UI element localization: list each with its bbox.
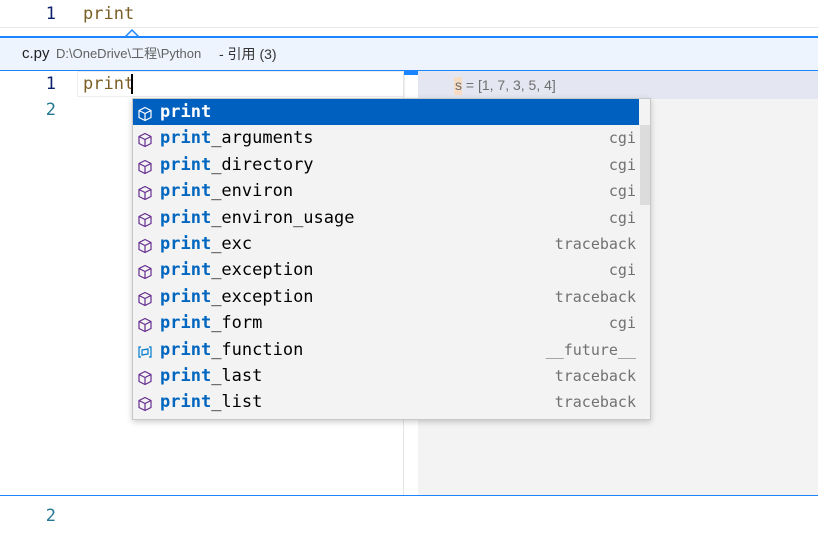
suggestion-match: print xyxy=(160,234,212,254)
suggestion-item[interactable]: print_environ cgi xyxy=(133,178,639,204)
peek-header: c.py D:\OneDrive\工程\Python - 引用 (3) xyxy=(0,38,818,71)
text-cursor xyxy=(131,74,133,94)
suggestion-label: print_form xyxy=(160,310,262,336)
module-icon xyxy=(137,104,153,122)
suggestion-item[interactable]: print xyxy=(133,99,639,126)
suggestion-label: print_function xyxy=(160,337,303,363)
suggestion-match: print xyxy=(160,260,212,281)
suggestion-item[interactable]: print_exception cgi xyxy=(133,257,639,283)
suggestion-detail: __future__ xyxy=(545,340,636,359)
suggestion-detail: traceback xyxy=(554,235,636,253)
suggestion-suffix: _form xyxy=(211,313,263,334)
suggestion-match: print xyxy=(160,154,212,175)
suggestion-suffix: _exception xyxy=(211,286,314,307)
suggestion-detail: traceback xyxy=(554,393,636,412)
suggestion-suffix: _arguments xyxy=(211,128,314,149)
suggestion-item[interactable]: print_list traceback xyxy=(133,389,639,415)
module-icon xyxy=(137,130,153,148)
suggestion-label: print_exception xyxy=(160,284,314,310)
suggestion-suffix: _list xyxy=(211,392,263,413)
code-text[interactable]: print xyxy=(83,1,134,27)
suggestion-detail: traceback xyxy=(554,367,636,385)
suggestion-match: print xyxy=(160,339,212,360)
peek-file-path: D:\OneDrive\工程\Python xyxy=(56,46,202,61)
suggestion-match: print xyxy=(160,128,212,149)
peek-editor-line-1[interactable]: 1 print xyxy=(0,71,405,97)
module-icon xyxy=(137,183,153,201)
suggestion-match: print xyxy=(160,366,212,386)
suggestion-item[interactable]: print_form cgi xyxy=(133,310,639,336)
suggestion-detail: cgi xyxy=(608,155,636,174)
suggestion-item[interactable]: print_exception traceback xyxy=(133,284,639,310)
editor-line-2[interactable]: 2 xyxy=(0,503,818,529)
peek-bottom-border xyxy=(0,495,818,496)
suggestion-label: print_arguments xyxy=(160,125,314,151)
suggestion-item[interactable]: print_environ_usage cgi xyxy=(133,205,639,231)
suggestion-detail: traceback xyxy=(554,287,636,306)
peek-sidebar-accent xyxy=(404,71,418,75)
suggestion-label: print xyxy=(160,99,211,125)
reference-row[interactable]: s = [1, 7, 3, 5, 4] xyxy=(418,71,818,99)
suggestion-item[interactable]: print_arguments cgi xyxy=(133,125,639,151)
suggestion-suffix: _exception xyxy=(211,260,314,281)
suggestion-match: print xyxy=(160,313,212,334)
module-icon xyxy=(137,210,153,227)
suggestion-match: print xyxy=(160,286,212,307)
suggest-scrollbar[interactable] xyxy=(640,125,650,205)
module-icon xyxy=(137,262,153,280)
suggestion-suffix: _environ xyxy=(211,181,294,202)
module-icon xyxy=(137,157,153,174)
suggestion-match: print xyxy=(160,102,212,122)
suggestion-detail: cgi xyxy=(608,208,636,227)
reference-text: s = [1, 7, 3, 5, 4] xyxy=(455,77,556,93)
suggestion-label: print_directory xyxy=(160,152,314,178)
suggestion-item[interactable]: print_directory cgi xyxy=(133,152,639,178)
line-number: 1 xyxy=(45,4,56,24)
line-number: 2 xyxy=(45,100,56,120)
suggestion-suffix: _function xyxy=(211,339,304,360)
suggestion-match: print xyxy=(160,207,212,228)
variable-icon xyxy=(137,342,153,358)
module-icon xyxy=(137,315,153,333)
module-icon xyxy=(137,394,153,412)
suggestion-detail: cgi xyxy=(608,182,636,201)
line-number: 2 xyxy=(45,506,56,526)
suggestion-suffix: _exc xyxy=(211,234,253,254)
suggestion-match: print xyxy=(160,181,212,202)
suggestion-suffix: _directory xyxy=(211,154,314,175)
suggestion-label: print_exc xyxy=(160,231,252,257)
suggestion-item[interactable]: print_function __future__ xyxy=(133,337,639,363)
suggestion-item[interactable]: print_last traceback xyxy=(133,363,639,389)
suggestion-label: print_environ_usage xyxy=(160,205,354,231)
suggestion-label: print_list xyxy=(160,389,262,415)
editor-line-1[interactable]: 1 print xyxy=(0,1,818,28)
module-icon xyxy=(137,368,153,386)
line-number: 1 xyxy=(45,74,56,94)
peek-file-name[interactable]: c.py xyxy=(22,38,50,70)
suggestion-suffix: _last xyxy=(211,366,263,386)
module-icon xyxy=(137,236,153,254)
code-text[interactable]: print xyxy=(83,71,134,97)
peek-references-count: - 引用 (3) xyxy=(219,46,277,62)
suggestion-label: print_last xyxy=(160,363,262,389)
suggestion-suffix: _environ_usage xyxy=(211,207,355,228)
suggestion-match: print xyxy=(160,392,212,413)
suggestion-label: print_environ xyxy=(160,178,293,204)
suggestion-item[interactable]: print_exc traceback xyxy=(133,231,639,257)
suggest-widget[interactable]: print print_arguments cgi print_directory cg… xyxy=(132,98,651,420)
suggestion-detail: cgi xyxy=(608,314,636,333)
suggestion-label: print_exception xyxy=(160,257,314,283)
suggestion-detail: cgi xyxy=(608,129,636,148)
suggestion-detail: cgi xyxy=(608,261,636,280)
module-icon xyxy=(137,289,153,306)
